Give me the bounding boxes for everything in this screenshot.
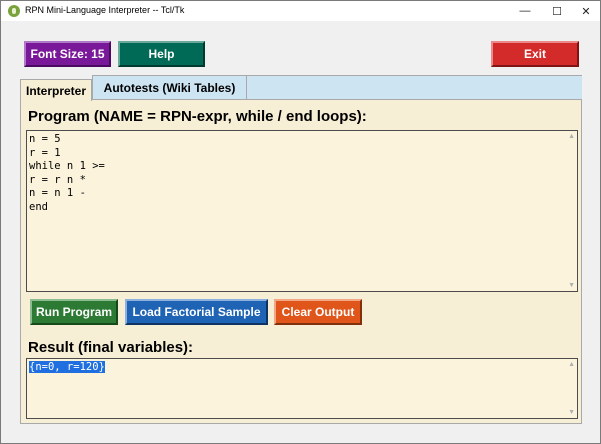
exit-button[interactable]: Exit — [491, 41, 579, 67]
load-factorial-sample-button[interactable]: Load Factorial Sample — [125, 299, 268, 325]
result-text-selection[interactable]: {n=0, r=120} — [29, 361, 105, 373]
font-size-button[interactable]: Font Size: 15 — [24, 41, 111, 67]
close-window-button[interactable]: ✕ — [571, 1, 601, 21]
program-code[interactable]: n = 5 r = 1 while n 1 >= r = r n * n = n… — [29, 133, 105, 214]
triangle-down-icon[interactable]: ▼ — [568, 409, 575, 416]
tab-autotests[interactable]: Autotests (Wiki Tables) — [92, 75, 247, 99]
result-output-box[interactable]: {n=0, r=120} ▲ ▼ — [26, 358, 578, 419]
title-bar[interactable]: RPN Mini-Language Interpreter -- Tcl/Tk … — [1, 1, 600, 21]
maximize-button[interactable]: ☐ — [542, 1, 572, 21]
tab-strip — [247, 75, 582, 99]
main-content: Font Size: 15 Help Exit Autotests (Wiki … — [1, 21, 600, 443]
minimize-button[interactable]: — — [510, 1, 540, 21]
triangle-down-icon[interactable]: ▼ — [568, 282, 575, 289]
program-editor[interactable]: n = 5 r = 1 while n 1 >= r = r n * n = n… — [26, 130, 578, 292]
triangle-up-icon[interactable]: ▲ — [568, 133, 575, 140]
result-output[interactable]: {n=0, r=120} — [29, 361, 105, 375]
tab-interpreter[interactable]: Interpreter — [20, 79, 92, 101]
program-heading: Program (NAME = RPN-expr, while / end lo… — [28, 108, 367, 125]
run-program-button[interactable]: Run Program — [30, 299, 118, 325]
result-heading: Result (final variables): — [28, 339, 194, 356]
result-scrollbar[interactable]: ▲ ▼ — [567, 359, 577, 418]
app-icon — [8, 5, 20, 17]
clear-output-button[interactable]: Clear Output — [274, 299, 362, 325]
program-scrollbar[interactable]: ▲ ▼ — [567, 131, 577, 291]
help-button[interactable]: Help — [118, 41, 205, 67]
triangle-up-icon[interactable]: ▲ — [568, 361, 575, 368]
window-title: RPN Mini-Language Interpreter -- Tcl/Tk — [25, 5, 185, 15]
app-window: RPN Mini-Language Interpreter -- Tcl/Tk … — [0, 0, 601, 444]
